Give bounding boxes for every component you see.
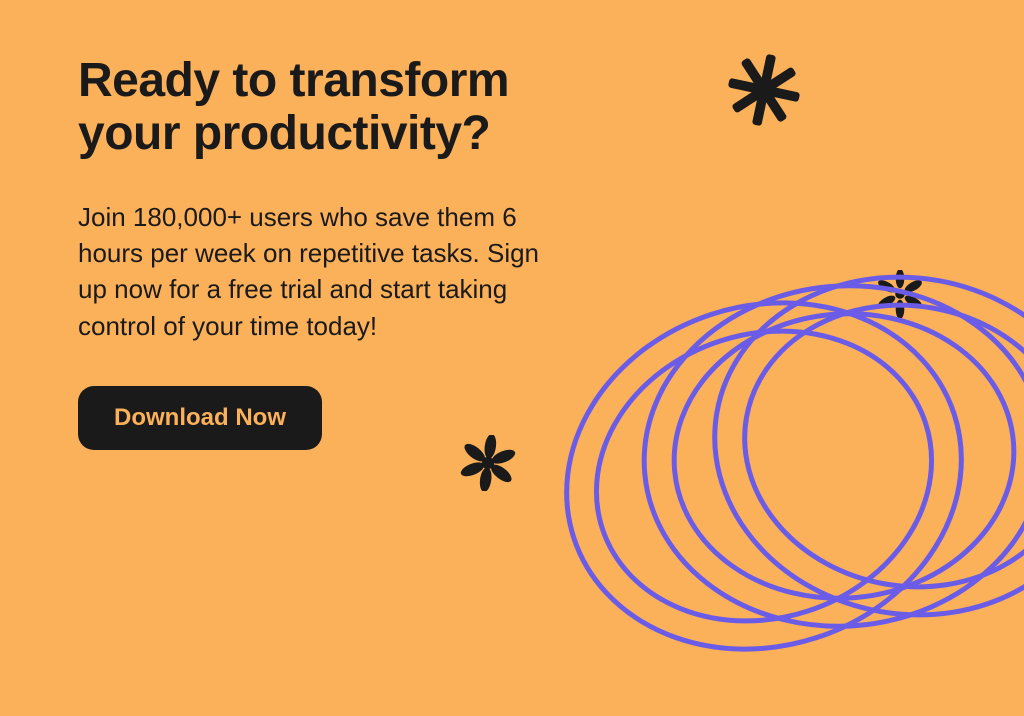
flower-icon [460, 435, 516, 491]
download-button[interactable]: Download Now [78, 386, 322, 450]
content-block: Ready to transform your productivity? Jo… [78, 55, 598, 450]
asterisk-icon [724, 50, 804, 130]
headline: Ready to transform your productivity? [78, 55, 598, 161]
body-copy: Join 180,000+ users who save them 6 hour… [78, 199, 568, 345]
rings-decoration-icon [554, 166, 1024, 716]
